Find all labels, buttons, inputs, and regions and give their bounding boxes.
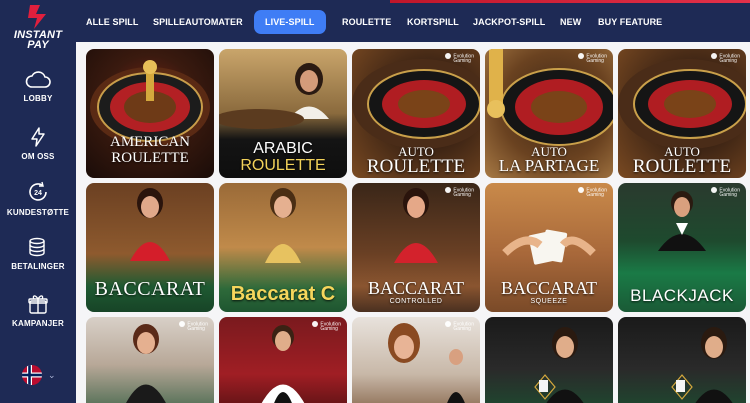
- top-navigation: ALLE SPILL SPILLEAUTOMATER LIVE-SPILL RO…: [76, 0, 750, 42]
- svg-text:24: 24: [34, 190, 42, 197]
- game-tile-dealer-5[interactable]: [618, 317, 746, 403]
- game-tile-dealer-3[interactable]: Evolution Gaming: [352, 317, 480, 403]
- instant-pay-logo[interactable]: INSTANT PAY: [0, 4, 76, 54]
- language-selector[interactable]: ⌄: [22, 364, 62, 386]
- sidebar-item-om-oss[interactable]: OM OSS: [0, 126, 76, 161]
- game-tile-auto-roulette-2[interactable]: Evolution Gaming AUTO ROULETTE: [618, 49, 746, 178]
- sidebar-item-betalinger[interactable]: BETALINGER: [0, 236, 76, 271]
- provider-badge: Evolution Gaming: [578, 53, 607, 64]
- game-title-line2: ROULETTE: [111, 150, 189, 166]
- game-title-line1: AMERICAN: [109, 134, 190, 150]
- sidebar-item-kampanjer[interactable]: KAMPANJER: [0, 293, 76, 328]
- game-tile-baccarat-c[interactable]: Baccarat C: [219, 183, 347, 312]
- provider-badge: Evolution Gaming: [445, 53, 474, 64]
- lightning-logo-icon: [28, 5, 46, 29]
- game-title-line1: Baccarat C: [230, 283, 336, 305]
- sidebar-item-lobby[interactable]: LOBBY: [0, 68, 76, 103]
- game-title-line2: CONTROLLED: [389, 298, 443, 305]
- lightning-icon: [31, 127, 45, 147]
- game-tile-dealer-4[interactable]: [485, 317, 613, 403]
- provider-badge: Evolution Gaming: [445, 187, 474, 198]
- game-tile-dealer-2[interactable]: Evolution Gaming: [219, 317, 347, 403]
- tab-kortspill[interactable]: KORTSPILL: [407, 10, 459, 34]
- game-tile-baccarat-squeeze[interactable]: Evolution Gaming BACCARAT SQUEEZE: [485, 183, 613, 312]
- provider-badge: Evolution Gaming: [179, 321, 208, 332]
- tab-buy-feature[interactable]: BUY FEATURE: [598, 10, 662, 34]
- game-tile-blackjack[interactable]: Evolution Gaming BLACKJACK: [618, 183, 746, 312]
- support-24-icon: 24: [29, 181, 47, 201]
- provider-badge: Evolution Gaming: [312, 321, 341, 332]
- dealer-image: [534, 327, 584, 403]
- game-title-line1: BLACKJACK: [630, 286, 734, 305]
- game-title-line2: ROULETTE: [632, 156, 732, 177]
- game-title-line2: ROULETTE: [366, 156, 466, 177]
- provider-badge: Evolution Gaming: [711, 187, 740, 198]
- chevron-down-icon: ⌄: [48, 369, 56, 380]
- brand-line2: PAY: [27, 39, 49, 51]
- tab-live-spill[interactable]: LIVE-SPILL: [254, 10, 326, 34]
- game-tile-auto-la-partage[interactable]: Evolution Gaming AUTO LA PARTAGE: [485, 49, 613, 178]
- provider-badge: Evolution Gaming: [445, 321, 474, 332]
- coins-icon: [29, 237, 45, 257]
- provider-badge: Evolution Gaming: [711, 53, 740, 64]
- tab-new[interactable]: NEW: [560, 10, 581, 34]
- provider-badge: Evolution Gaming: [578, 187, 607, 198]
- game-title-line2: SQUEEZE: [530, 298, 568, 305]
- sidebar-item-label: KAMPANJER: [12, 319, 64, 328]
- game-tile-dealer-1[interactable]: Evolution Gaming: [86, 317, 214, 403]
- norwegian-flag-icon: [22, 365, 42, 385]
- game-title-line1: ARABIC: [253, 140, 313, 157]
- sidebar-item-label: BETALINGER: [11, 262, 65, 271]
- sidebar-item-label: KUNDESTØTTE: [6, 208, 70, 217]
- tab-roulette[interactable]: ROULETTE: [342, 10, 391, 34]
- game-title-line1: BACCARAT: [500, 278, 598, 298]
- dealer-image: [671, 327, 733, 403]
- game-tile-baccarat-controlled[interactable]: Evolution Gaming BACCARAT CONTROLLED: [352, 183, 480, 312]
- gift-icon: [28, 295, 48, 314]
- game-title-line2: ROULETTE: [240, 157, 326, 174]
- game-tile-baccarat[interactable]: BACCARAT: [86, 183, 214, 312]
- app-window: INSTANT PAY LOBBY OM OSS 24 KUNDESTØTTE: [0, 0, 750, 403]
- game-title-line1: BACCARAT: [367, 278, 465, 298]
- game-grid: AMERICAN ROULETTE ARABIC ROULETTE Evolut…: [76, 42, 750, 403]
- tab-jackpot-spill[interactable]: JACKPOT-SPILL: [473, 10, 545, 34]
- cloud-icon: [25, 71, 51, 88]
- game-title-line1: BACCARAT: [94, 278, 206, 300]
- sidebar: INSTANT PAY LOBBY OM OSS 24 KUNDESTØTTE: [0, 0, 76, 403]
- game-tile-auto-roulette[interactable]: Evolution Gaming AUTO ROULETTE: [352, 49, 480, 178]
- sidebar-item-label: LOBBY: [23, 94, 53, 103]
- game-tile-american-roulette[interactable]: AMERICAN ROULETTE: [86, 49, 214, 178]
- tab-spilleautomater[interactable]: SPILLEAUTOMATER: [153, 10, 243, 34]
- game-tile-arabic-roulette[interactable]: ARABIC ROULETTE: [219, 49, 347, 178]
- sidebar-item-kundestotte[interactable]: 24 KUNDESTØTTE: [0, 180, 76, 217]
- game-title-line2: LA PARTAGE: [498, 156, 600, 175]
- tab-alle-spill[interactable]: ALLE SPILL: [86, 10, 139, 34]
- sidebar-item-label: OM OSS: [21, 152, 55, 161]
- accent-stripe: [390, 0, 750, 3]
